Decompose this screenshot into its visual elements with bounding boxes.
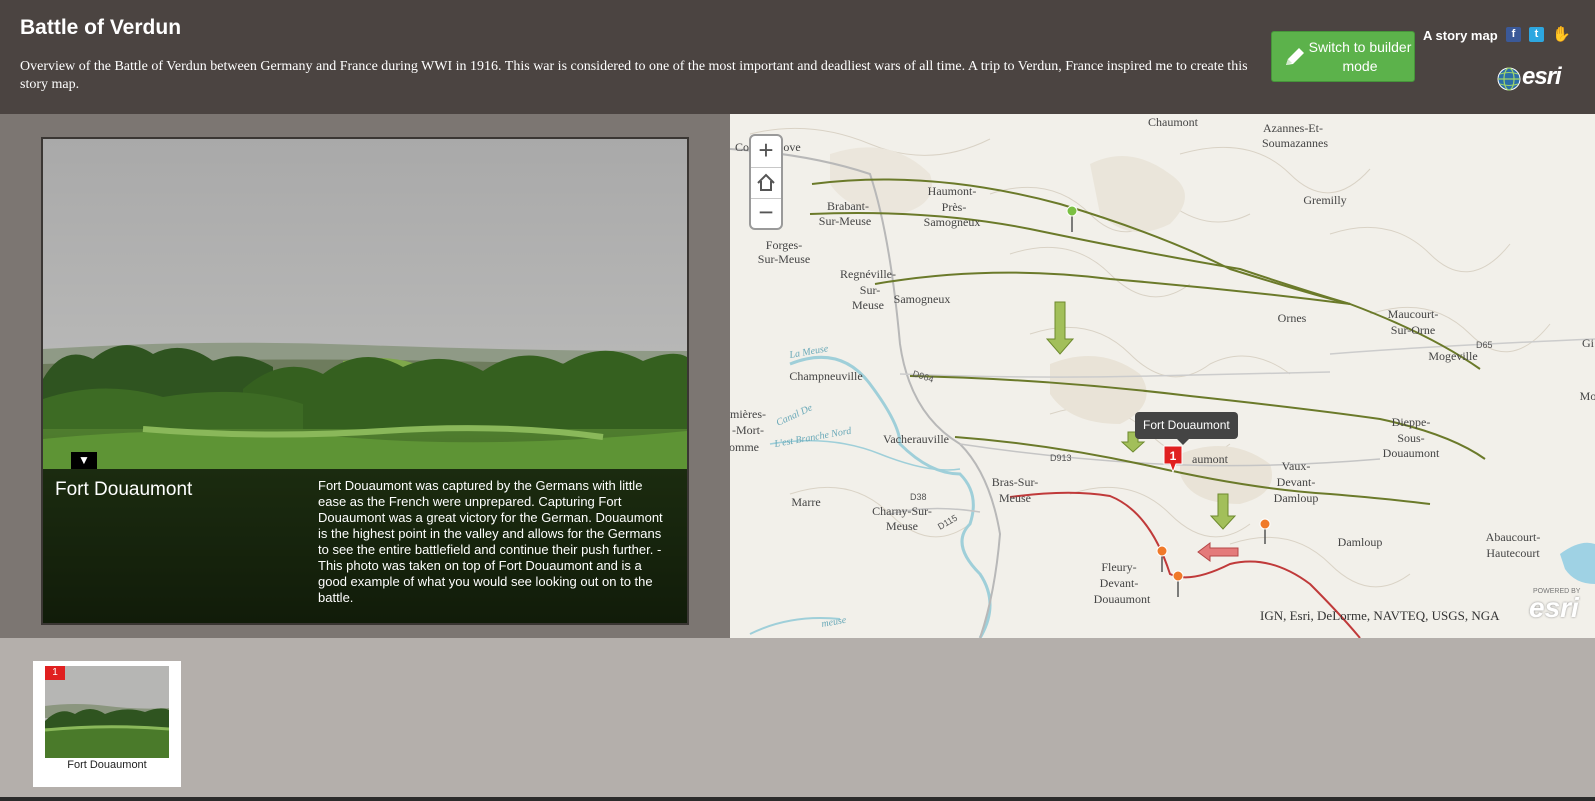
map-view[interactable]: 1 Chaumont Azannes-Et- Soumazannes Co ov…: [730, 114, 1595, 638]
caption-text: Fort Douaumont was captured by the Germa…: [318, 478, 663, 605]
place-label: Chaumont: [1148, 115, 1199, 129]
story-map-label: A story map: [1423, 28, 1498, 43]
place-label: -Mort-: [732, 423, 764, 437]
map-attribution: IGN, Esri, DeLorme, NAVTEQ, USGS, NGA: [1260, 608, 1500, 623]
switch-to-builder-button[interactable]: Switch to builder mode: [1271, 31, 1415, 82]
main-photo: ▼ Fort Douaumont Fort Douaumont was capt…: [41, 137, 689, 625]
place-label: Damloup: [1274, 491, 1319, 505]
place-label: Dieppe-: [1392, 415, 1431, 429]
place-label: Co: [735, 140, 749, 154]
place-label: Gremilly: [1303, 193, 1346, 207]
thumbnail-label: Fort Douaumont: [67, 759, 147, 771]
place-label: Vaux-: [1282, 459, 1311, 473]
place-label: Meuse: [999, 491, 1031, 505]
map-tooltip: Fort Douaumont: [1135, 412, 1238, 445]
place-label: Bras-Sur-: [992, 475, 1038, 489]
place-label: Hautecourt: [1486, 546, 1540, 560]
place-label: Près-: [942, 200, 967, 214]
place-label: Sous-: [1397, 431, 1424, 445]
page-subtitle: Overview of the Battle of Verdun between…: [20, 59, 1248, 92]
place-label: Samogneux: [924, 215, 981, 229]
place-label: Douaumont: [1383, 446, 1440, 460]
place-label: Champneuville: [789, 369, 862, 383]
place-label: Ornes: [1278, 311, 1307, 325]
place-label: Soumazannes: [1262, 136, 1328, 150]
powered-esri-text: esri: [1529, 592, 1579, 623]
place-label: Devant-: [1277, 475, 1316, 489]
road-label: D65: [1476, 340, 1493, 350]
zoom-out-button[interactable]: −: [751, 198, 781, 228]
place-label: Sur-: [860, 283, 880, 297]
place-label: Douaumont: [1094, 592, 1151, 606]
powered-by-esri-logo[interactable]: POWERED BY esri: [1525, 588, 1589, 630]
selected-marker-number: 1: [1170, 449, 1177, 463]
story-header: Battle of Verdun Overview of the Battle …: [0, 0, 1595, 114]
place-label: Devant-: [1100, 576, 1139, 590]
place-label: Sur-Orne: [1391, 323, 1435, 337]
bottom-border: [0, 797, 1595, 801]
place-label: Meuse: [852, 298, 884, 312]
photo-caption: Fort Douaumont Fort Douaumont was captur…: [43, 469, 687, 623]
road-label: D913: [1050, 453, 1072, 463]
road-label: D38: [910, 492, 927, 502]
topographic-basemap: 1 Chaumont Azannes-Et- Soumazannes Co ov…: [730, 114, 1595, 638]
place-label: Damloup: [1338, 535, 1383, 549]
pencil-icon: [1286, 48, 1304, 65]
esri-logo-text: esri: [1522, 63, 1562, 90]
twitter-icon[interactable]: t: [1529, 27, 1544, 42]
place-label: Sur-Meuse: [819, 214, 871, 228]
globe-icon: [1497, 67, 1521, 91]
place-label: mières-: [730, 407, 766, 421]
thumbnail-carousel: 1 Fort Douaumont: [0, 638, 1595, 801]
thumbnail-badge: 1: [45, 666, 65, 680]
home-button[interactable]: [751, 167, 781, 199]
thumbnail-item[interactable]: 1 Fort Douaumont: [33, 661, 181, 787]
place-label: Maucourt-: [1388, 307, 1439, 321]
place-label: Azannes-Et-: [1263, 121, 1323, 135]
home-icon: [757, 173, 775, 191]
place-label: Gi: [1582, 336, 1595, 350]
place-label: Fleury-: [1101, 560, 1136, 574]
place-label: Vacherauville: [883, 432, 949, 446]
place-label: Regnéville-: [840, 267, 896, 281]
place-label: ove: [783, 140, 800, 154]
place-label: aumont: [1192, 452, 1229, 466]
page-title: Battle of Verdun: [20, 16, 182, 39]
place-label: Charny-Sur-: [872, 504, 932, 518]
builder-button-label: Switch to builder mode: [1308, 39, 1412, 74]
place-label: Mo: [1580, 389, 1595, 403]
caption-title: Fort Douaumont: [55, 479, 193, 500]
esri-logo[interactable]: esri: [1497, 63, 1573, 95]
place-label: omme: [730, 440, 759, 454]
place-label: Forges-: [766, 238, 802, 252]
zoom-in-button[interactable]: +: [751, 136, 781, 166]
facebook-icon[interactable]: f: [1506, 27, 1521, 42]
hand-icon[interactable]: ✋: [1552, 27, 1571, 42]
place-label: Haumont-: [928, 184, 977, 198]
place-label: Marre: [791, 495, 820, 509]
place-label: Abaucourt-: [1486, 530, 1541, 544]
caption-toggle-button[interactable]: ▼: [71, 452, 97, 469]
media-panel: ▼ Fort Douaumont Fort Douaumont was capt…: [0, 114, 730, 638]
place-label: Sur-Meuse: [758, 252, 810, 266]
place-label: Meuse: [886, 519, 918, 533]
zoom-control: + −: [749, 134, 783, 230]
place-label: Mogeville: [1428, 349, 1477, 363]
place-label: Samogneux: [894, 292, 951, 306]
place-label: Brabant-: [827, 199, 869, 213]
